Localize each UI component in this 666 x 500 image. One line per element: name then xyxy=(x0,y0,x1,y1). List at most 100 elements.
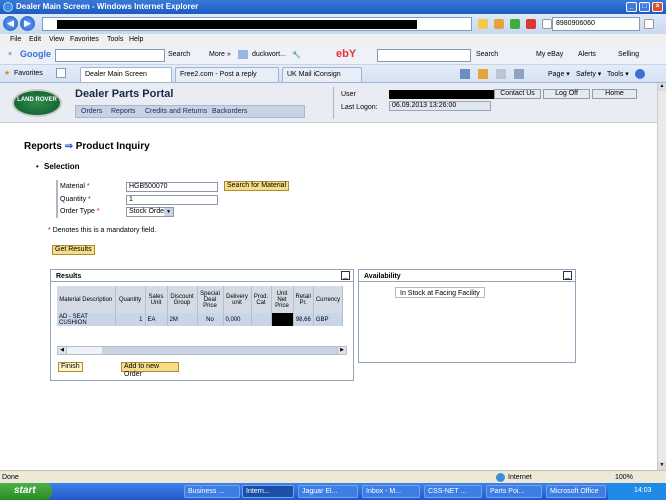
maximize-icon[interactable]: □ xyxy=(639,2,650,12)
cell-prod-cat xyxy=(251,313,272,326)
home-icon[interactable] xyxy=(460,69,470,79)
quantity-input[interactable]: 1 xyxy=(126,195,218,205)
menu-help[interactable]: Help xyxy=(129,36,143,43)
toolbar-close-icon[interactable]: × xyxy=(8,51,12,58)
browser-search-input[interactable]: 8980906060 xyxy=(552,17,640,31)
forward-icon[interactable]: ▶ xyxy=(20,16,35,31)
col-material-description[interactable]: Material Description xyxy=(57,286,116,313)
feeds-icon[interactable] xyxy=(478,69,488,79)
tab-free2[interactable]: Free2.com - Post a reply xyxy=(175,67,279,82)
table-row[interactable]: AD - SEAT CUSHION 1 EA 2M No 0,000 98,66… xyxy=(57,313,344,326)
nav-credits-returns[interactable]: Credits and Returns xyxy=(145,108,207,115)
search-material-button[interactable]: Search for Material xyxy=(224,181,290,191)
rss-icon[interactable] xyxy=(494,19,504,29)
menu-file[interactable]: File xyxy=(10,36,21,43)
zone-text: Internet xyxy=(508,474,532,481)
search-provider-icon[interactable] xyxy=(542,19,552,29)
wrench-icon[interactable]: 🔧 xyxy=(292,51,301,59)
scroll-down-icon[interactable]: ▼ xyxy=(658,462,666,470)
header-divider xyxy=(333,87,334,119)
back-icon[interactable]: ◀ xyxy=(3,16,18,31)
availability-minimize-icon[interactable]: _ xyxy=(563,271,572,280)
menu-view[interactable]: View xyxy=(49,36,64,43)
contact-us-button[interactable]: Contact Us xyxy=(494,89,541,99)
menu-edit[interactable]: Edit xyxy=(29,36,41,43)
col-special-deal-price[interactable]: Special Deal Price xyxy=(197,286,224,313)
log-off-button[interactable]: Log Off xyxy=(543,89,590,99)
material-input[interactable]: HGB500070 xyxy=(126,182,218,192)
tools-menu[interactable]: Tools ▾ xyxy=(607,70,629,78)
minimize-icon[interactable]: _ xyxy=(626,2,637,12)
search-icon[interactable] xyxy=(644,19,654,29)
page-menu[interactable]: Page ▾ xyxy=(548,70,570,78)
mandatory-note: * Denotes this is a mandatory field. xyxy=(48,227,157,234)
favorites-button[interactable]: Favorites xyxy=(14,70,43,77)
chevron-down-icon[interactable]: ▼ xyxy=(164,208,173,216)
alerts-button[interactable]: Alerts xyxy=(578,51,596,58)
ebay-search-input[interactable] xyxy=(377,49,471,62)
refresh-icon[interactable] xyxy=(510,19,520,29)
page-scrollbar[interactable]: ▲ ▼ xyxy=(657,83,666,470)
results-minimize-icon[interactable]: _ xyxy=(341,271,350,280)
stop-icon[interactable] xyxy=(526,19,536,29)
ebay-logo[interactable]: ebY xyxy=(336,48,356,60)
ebay-search-button[interactable]: Search xyxy=(476,51,498,58)
col-discount-group[interactable]: Discount Group xyxy=(167,286,198,313)
task-css-net[interactable]: CSS-NET ... xyxy=(424,485,482,498)
google-search-button[interactable]: Search xyxy=(168,51,190,58)
my-ebay-button[interactable]: My eBay xyxy=(536,51,563,58)
user-button[interactable]: duckwort... xyxy=(252,51,286,58)
scroll-left-icon[interactable]: ◀ xyxy=(58,347,67,354)
quick-tabs-icon[interactable] xyxy=(56,68,66,78)
menu-bar: File Edit View Favorites Tools Help xyxy=(0,34,666,45)
home-button[interactable]: Home xyxy=(592,89,637,99)
task-parts-portal[interactable]: Parts Poi... xyxy=(486,485,542,498)
ie-icon xyxy=(3,2,13,12)
add-to-new-order-button[interactable]: Add to new Order xyxy=(121,362,179,378)
cell-material-description: AD - SEAT CUSHION xyxy=(57,313,116,326)
taskbar: start Business ... Intern... Jaguar El..… xyxy=(0,483,666,500)
col-unit-net-price[interactable]: Unit Net Price xyxy=(271,286,294,313)
col-sales-unit[interactable]: Sales Unit xyxy=(145,286,168,313)
menu-tools[interactable]: Tools xyxy=(107,36,123,43)
task-business[interactable]: Business ... xyxy=(184,485,240,498)
scroll-up-icon[interactable]: ▲ xyxy=(658,83,666,91)
nav-backorders[interactable]: Backorders xyxy=(212,108,247,115)
col-retail-price[interactable]: Retail Pr. xyxy=(293,286,314,313)
nav-reports[interactable]: Reports xyxy=(111,108,136,115)
task-inbox[interactable]: Inbox - M... xyxy=(362,485,420,498)
menu-favorites[interactable]: Favorites xyxy=(70,36,99,43)
col-quantity[interactable]: Quantity xyxy=(115,286,146,313)
horizontal-scrollbar[interactable]: ◀ ▶ xyxy=(57,346,347,355)
close-icon[interactable]: × xyxy=(652,2,663,12)
col-delivery-unit[interactable]: Delivery unit xyxy=(223,286,252,313)
nav-orders[interactable]: Orders xyxy=(81,108,102,115)
scroll-thumb[interactable] xyxy=(102,347,338,354)
order-type-label: Order Type * xyxy=(60,208,100,215)
col-currency[interactable]: Currency xyxy=(313,286,344,313)
safety-menu[interactable]: Safety ▾ xyxy=(576,70,601,78)
selling-button[interactable]: Selling xyxy=(618,51,639,58)
mail-icon[interactable] xyxy=(496,69,506,79)
col-prod-cat[interactable]: Prod. Cat xyxy=(251,286,272,313)
google-search-input[interactable] xyxy=(55,49,165,62)
help-icon[interactable] xyxy=(635,69,645,79)
task-microsoft-office[interactable]: Microsoft Office xyxy=(546,485,606,498)
scroll-right-icon[interactable]: ▶ xyxy=(337,347,346,354)
get-results-button[interactable]: Get Results xyxy=(52,245,95,255)
order-type-select[interactable]: Stock Order ▼ xyxy=(126,207,174,217)
print-icon[interactable] xyxy=(514,69,524,79)
lock-icon[interactable] xyxy=(478,19,488,29)
tab-uk-mail[interactable]: UK Mail iConsign xyxy=(282,67,362,82)
globe-icon xyxy=(496,473,505,482)
task-internet[interactable]: Intern... xyxy=(242,485,294,498)
address-input[interactable] xyxy=(42,17,472,31)
task-jaguar[interactable]: Jaguar El... xyxy=(298,485,358,498)
results-table: Material Description Quantity Sales Unit… xyxy=(57,286,344,326)
finish-button[interactable]: Finish xyxy=(58,362,83,372)
tab-dealer-main[interactable]: Dealer Main Screen xyxy=(80,67,172,82)
zoom-text[interactable]: 100% xyxy=(615,474,633,481)
cell-special-deal: No xyxy=(197,313,224,326)
more-button[interactable]: More » xyxy=(209,51,231,58)
start-button[interactable]: start xyxy=(0,483,52,500)
